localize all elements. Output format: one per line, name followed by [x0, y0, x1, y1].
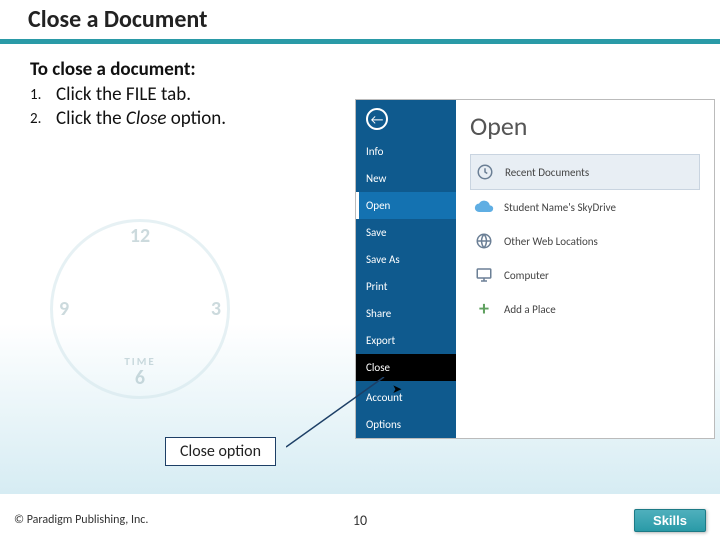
- clock-6: 6: [135, 366, 145, 390]
- page-number: 10: [353, 512, 367, 529]
- backstage-item-new[interactable]: New: [356, 165, 456, 192]
- slide-title: Close a Document: [28, 5, 207, 34]
- instructions-intro: To close a document:: [30, 58, 360, 81]
- clock-3: 3: [211, 297, 221, 321]
- open-location-label: Student Name's SkyDrive: [504, 201, 616, 214]
- copyright: © Paradigm Publishing, Inc.: [14, 513, 148, 527]
- open-location-label: Computer: [504, 269, 549, 282]
- title-bar: Close a Document: [0, 0, 720, 44]
- open-location-add-a-place[interactable]: + Add a Place: [470, 292, 700, 326]
- skills-button[interactable]: Skills: [634, 509, 706, 532]
- open-location-label: Other Web Locations: [504, 235, 598, 248]
- step-text: Click the Close option.: [56, 107, 360, 130]
- content-area: 12 3 6 9 TIME To close a document: 1.Cli…: [0, 44, 720, 494]
- open-location-label: Recent Documents: [505, 166, 589, 179]
- backstage-sidebar: ← InfoNewOpenSaveSave AsPrintShareExport…: [356, 100, 456, 438]
- backstage-item-share[interactable]: Share: [356, 300, 456, 327]
- backstage-item-account[interactable]: Account: [356, 384, 456, 411]
- back-button[interactable]: ←: [356, 100, 456, 138]
- clock-12: 12: [130, 224, 150, 248]
- open-location-other-web-locations[interactable]: Other Web Locations: [470, 224, 700, 258]
- clock-label: TIME: [124, 355, 155, 368]
- word-backstage: ← InfoNewOpenSaveSave AsPrintShareExport…: [355, 99, 715, 439]
- step-text: Click the FILE tab.: [56, 83, 360, 106]
- backstage-item-open[interactable]: Open: [356, 192, 456, 219]
- backstage-item-save[interactable]: Save: [356, 219, 456, 246]
- backstage-item-export[interactable]: Export: [356, 327, 456, 354]
- clock-9: 9: [59, 297, 69, 321]
- open-location-recent-documents[interactable]: Recent Documents: [470, 154, 700, 190]
- footer: © Paradigm Publishing, Inc. 10 Skills: [0, 500, 720, 540]
- open-heading: Open: [470, 110, 700, 142]
- computer-icon: [474, 265, 494, 285]
- backstage-item-save-as[interactable]: Save As: [356, 246, 456, 273]
- backstage-item-options[interactable]: Options: [356, 411, 456, 438]
- skydrive-icon: [474, 197, 494, 217]
- backstage-item-print[interactable]: Print: [356, 273, 456, 300]
- add-icon: +: [474, 299, 494, 319]
- backstage-main: Open Recent Documents Student Name's SkyD…: [456, 100, 714, 438]
- open-location-student-name-s-skydrive[interactable]: Student Name's SkyDrive: [470, 190, 700, 224]
- background-clock: 12 3 6 9 TIME: [50, 219, 230, 399]
- open-location-label: Add a Place: [504, 303, 556, 316]
- step-number: 2.: [30, 107, 56, 130]
- step: 2.Click the Close option.: [30, 107, 360, 130]
- backstage-item-info[interactable]: Info: [356, 138, 456, 165]
- web-icon: [474, 231, 494, 251]
- callout-close-option: Close option: [165, 437, 276, 466]
- back-arrow-icon: ←: [366, 108, 388, 130]
- instructions: To close a document: 1.Click the FILE ta…: [30, 58, 360, 130]
- backstage-item-close[interactable]: Close: [356, 354, 456, 381]
- recent-icon: [475, 162, 495, 182]
- step-number: 1.: [30, 83, 56, 106]
- open-location-computer[interactable]: Computer: [470, 258, 700, 292]
- step: 1.Click the FILE tab.: [30, 83, 360, 106]
